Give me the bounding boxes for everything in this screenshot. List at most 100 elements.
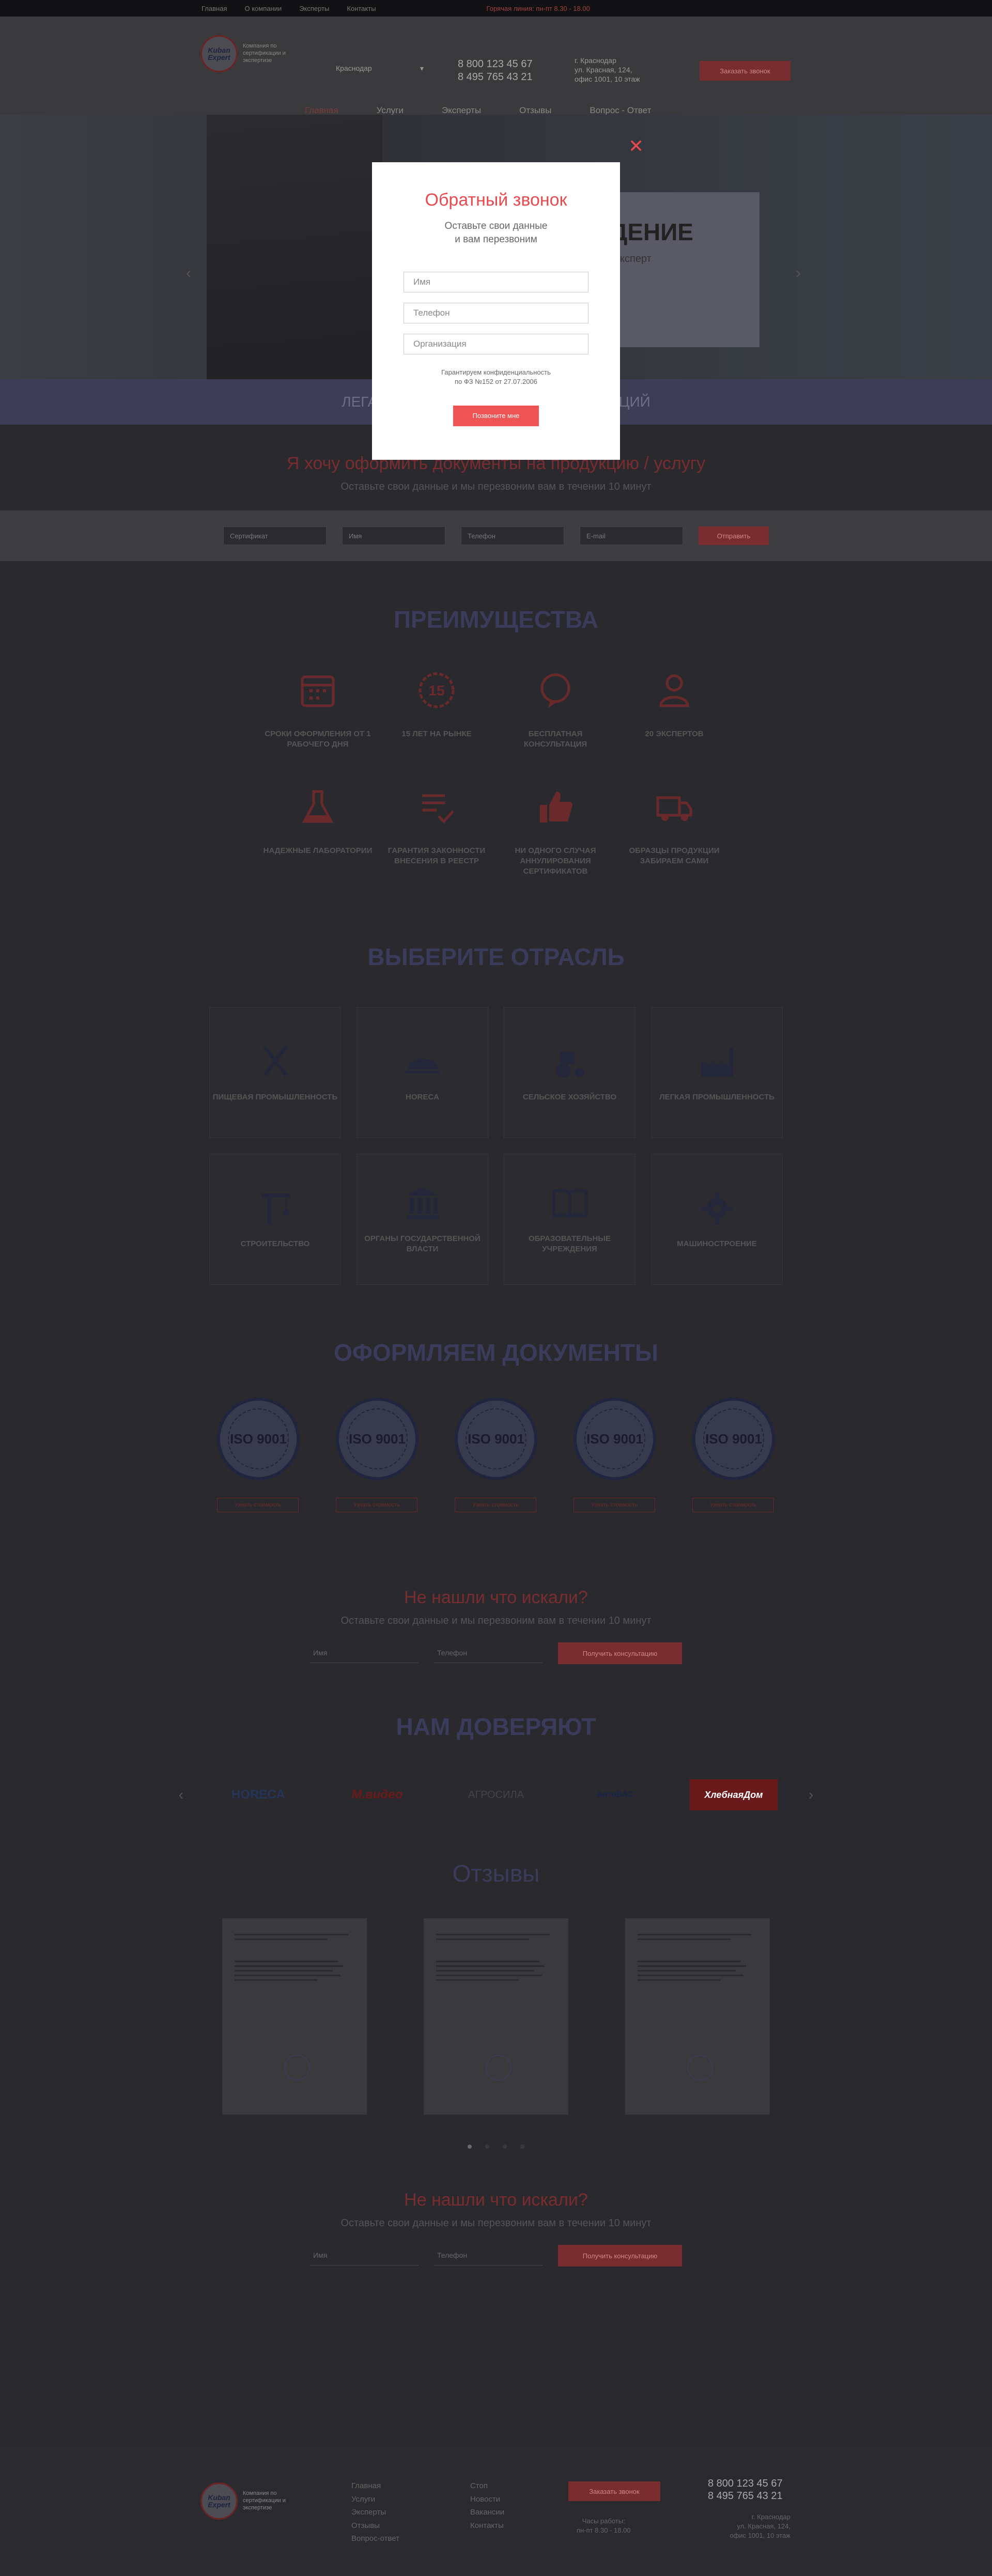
phone-1[interactable]: 8 800 123 45 67	[708, 2477, 783, 2490]
phone-2[interactable]: 8 495 765 43 21	[458, 71, 533, 84]
iso-seal-text: ISO 9001	[584, 1408, 645, 1470]
footer-link[interactable]: Услуги	[351, 2493, 399, 2506]
footer-logo[interactable]: Kuban Expert Компания по сертификации и …	[200, 2482, 300, 2520]
reviews-title: Отзывы	[452, 1860, 540, 1887]
review-letter[interactable]	[424, 1918, 568, 2115]
advantage-item: 15 15 ЛЕТ НА РЫНКЕ	[377, 670, 496, 750]
topbar-link-about[interactable]: О компании	[244, 5, 282, 12]
industry-card[interactable]: ПИЩЕВАЯ ПРОМЫШЛЕННОСТЬ	[209, 1007, 341, 1139]
email-field[interactable]: E-mail	[580, 526, 683, 545]
reviews-section: Отзывы	[0, 1818, 992, 2149]
chevron-left-icon[interactable]: ‹	[186, 265, 191, 282]
thumbs-up-icon	[540, 791, 572, 823]
logo-avtovaz: АвтоВАЗ	[596, 1790, 633, 1799]
topbar-link-experts[interactable]: Эксперты	[299, 5, 329, 12]
phone-2[interactable]: 8 495 765 43 21	[708, 2490, 783, 2502]
price-button[interactable]: Узнать стоимость	[336, 1498, 417, 1513]
nav-item-faq[interactable]: Вопрос - Ответ	[590, 105, 651, 116]
advantage-label: НАДЕЖНЫЕ ЛАБОРАТОРИИ	[263, 846, 373, 855]
calendar-icon	[301, 675, 335, 707]
price-button[interactable]: Узнать стоимость	[692, 1498, 774, 1513]
nav-item-home[interactable]: Главная	[305, 105, 338, 116]
industry-label: СЕЛЬСКОЕ ХОЗЯЙСТВО	[522, 1093, 617, 1102]
logo-agrosila: АГРОСИЛА	[468, 1789, 524, 1801]
consult-button[interactable]: Получить консультацию	[558, 1642, 682, 1665]
industry-card[interactable]: ЛЕГКАЯ ПРОМЫШЛЕННОСТЬ	[651, 1007, 783, 1139]
footer-link[interactable]: Контакты	[470, 2519, 504, 2533]
name-field[interactable]: Имя	[310, 2245, 419, 2266]
advantage-item: ОБРАЗЦЫ ПРОДУКЦИИ ЗАБИРАЕМ САМИ	[615, 786, 734, 877]
name-field[interactable]: Имя	[310, 1642, 419, 1664]
documents-section: ОФОРМЛЯЕМ ДОКУМЕНТЫ ISO 9001 Узнать стои…	[0, 1285, 992, 1513]
footer-link[interactable]: Эксперты	[351, 2506, 399, 2519]
modal-subtitle: Оставьте свои данные и вам перезвоним	[372, 220, 620, 246]
not-found-title: Не нашли что искали?	[404, 1588, 588, 1608]
footer-link[interactable]: Отзывы	[351, 2519, 399, 2533]
footer-callback-button[interactable]: Заказать звонок	[568, 2481, 660, 2501]
price-button[interactable]: Узнать стоимость	[574, 1498, 655, 1513]
industries-section: ВЫБЕРИТЕ ОТРАСЛЬ ПИЩЕВАЯ ПРОМЫШЛЕННОСТЬ …	[0, 877, 992, 1285]
modal-phone-input[interactable]: Телефон	[404, 303, 588, 324]
industry-label: ОБРАЗОВАТЕЛЬНЫЕ УЧРЕЖДЕНИЯ	[528, 1234, 611, 1254]
industry-card[interactable]: СЕЛЬСКОЕ ХОЗЯЙСТВО	[504, 1007, 636, 1139]
footer-link[interactable]: Стоп	[470, 2479, 504, 2493]
price-button[interactable]: Узнать стоимость	[217, 1498, 299, 1513]
callback-button[interactable]: Заказать звонок	[700, 61, 791, 81]
carousel-dot[interactable]	[520, 2145, 524, 2149]
stamp-icon	[687, 2055, 713, 2081]
name-field[interactable]: Имя	[342, 526, 445, 545]
industries-title: ВЫБЕРИТЕ ОТРАСЛЬ	[367, 943, 625, 971]
review-letter[interactable]	[222, 1918, 367, 2115]
modal-name-input[interactable]: Имя	[404, 272, 588, 293]
close-icon[interactable]: ✕	[628, 135, 644, 157]
address-line-2: ул. Красная, 124,	[737, 2522, 791, 2531]
consult-button[interactable]: Получить консультацию	[558, 2245, 682, 2267]
stamp-icon	[486, 2055, 512, 2081]
footer-link[interactable]: Новости	[470, 2493, 504, 2506]
price-button[interactable]: Узнать стоимость	[455, 1498, 536, 1513]
footer-link[interactable]: Вакансии	[470, 2506, 504, 2519]
industry-card[interactable]: МАШИНОСТРОЕНИЕ	[651, 1154, 783, 1285]
industry-card[interactable]: СТРОИТЕЛЬСТВО	[209, 1154, 341, 1285]
address-line-1: г. Краснодар	[751, 2513, 791, 2521]
consult-form: Имя Телефон Получить консультацию	[0, 1642, 992, 1665]
chevron-right-icon[interactable]: ›	[796, 265, 801, 282]
nav-item-experts[interactable]: Эксперты	[442, 105, 481, 116]
phone-field[interactable]: Телефон	[461, 526, 564, 545]
industry-card[interactable]: ОБРАЗОВАТЕЛЬНЫЕ УЧРЕЖДЕНИЯ	[504, 1154, 636, 1285]
iso-seal-icon: ISO 9001	[692, 1398, 775, 1481]
review-letter[interactable]	[625, 1918, 770, 2115]
phone-field[interactable]: Телефон	[434, 2245, 542, 2266]
iso-seal-icon: ISO 9001	[336, 1398, 419, 1481]
nav-item-services[interactable]: Услуги	[377, 105, 404, 116]
carousel-dot[interactable]	[468, 2145, 472, 2149]
chevron-right-icon[interactable]: ›	[809, 1787, 813, 1803]
trust-title: НАМ ДОВЕРЯЮТ	[396, 1713, 596, 1741]
footer-link[interactable]: Главная	[351, 2479, 399, 2493]
industry-card[interactable]: HOREСA	[357, 1007, 488, 1139]
call-me-button[interactable]: Позвоните мне	[453, 405, 539, 426]
hours-label: Часы работы:	[582, 2517, 625, 2525]
industry-label: ОРГАНЫ ГОСУДАРСТВЕННОЙ ВЛАСТИ	[364, 1234, 481, 1254]
carousel-dot[interactable]	[485, 2145, 489, 2149]
phone-1[interactable]: 8 800 123 45 67	[458, 58, 533, 71]
trust-section: НАМ ДОВЕРЯЮТ ‹ HORECA М.видео АГРОСИЛА А…	[0, 1664, 992, 1818]
site-logo[interactable]: Kuban Expert Компания по сертификации и …	[200, 35, 300, 72]
industry-card[interactable]: ОРГАНЫ ГОСУДАРСТВЕННОЙ ВЛАСТИ	[357, 1154, 488, 1285]
city-select[interactable]: Краснодар ▾	[336, 64, 424, 73]
carousel-dot[interactable]	[503, 2145, 507, 2149]
footer-link[interactable]: Вопрос-ответ	[351, 2532, 399, 2546]
industry-label: ПИЩЕВАЯ ПРОМЫШЛЕННОСТЬ	[212, 1093, 338, 1102]
modal-title: Обратный звонок	[425, 190, 567, 210]
certificate-select[interactable]: Сертификат	[223, 526, 327, 545]
modal-organization-input[interactable]: Организация	[404, 334, 588, 355]
advantages-grid: СРОКИ ОФОРМЛЕНИЯ ОТ 1 РАБОЧЕГО ДНЯ 15 15…	[0, 670, 992, 877]
logo-horeca: HORECA	[231, 1788, 285, 1802]
topbar-link-contacts[interactable]: Контакты	[347, 5, 376, 12]
chevron-left-icon[interactable]: ‹	[179, 1787, 183, 1803]
nav-item-reviews[interactable]: Отзывы	[519, 105, 551, 116]
topbar-link-home[interactable]: Главная	[202, 5, 227, 12]
privacy-note-line-2: по ФЗ №152 от 27.07.2006	[454, 378, 538, 386]
phone-field[interactable]: Телефон	[434, 1642, 542, 1664]
submit-button[interactable]: Отправить	[699, 526, 769, 545]
